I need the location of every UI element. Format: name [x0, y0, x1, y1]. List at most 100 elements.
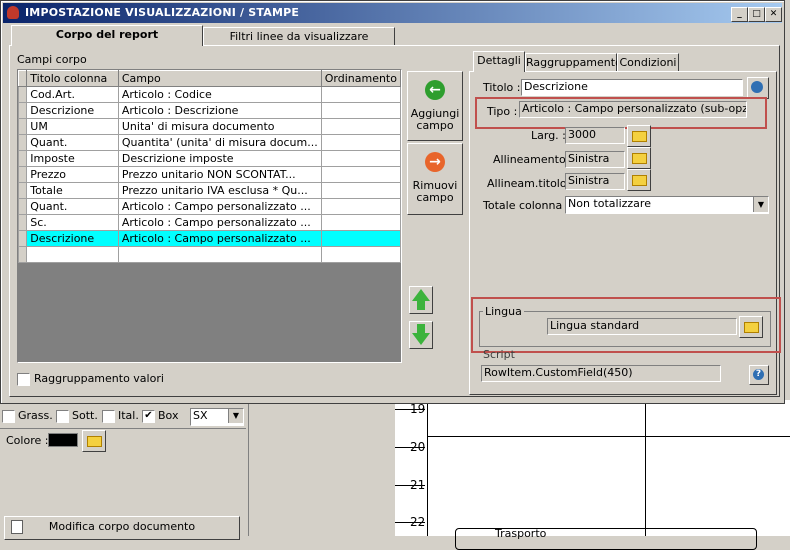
box-label: Box — [158, 409, 179, 422]
cell-titolo[interactable]: Imposte — [26, 150, 119, 167]
allineamento-label: Allineamento : — [493, 153, 573, 166]
cell-campo[interactable]: Articolo : Codice — [117, 86, 322, 103]
cell-campo[interactable]: Unita' di misura documento — [117, 118, 322, 135]
cell-ordinamento[interactable] — [320, 134, 401, 151]
cell-ordinamento[interactable] — [320, 214, 401, 231]
help-button[interactable]: ? — [749, 365, 769, 385]
tipo-value: Articolo : Campo personalizzato (sub-opz… — [519, 101, 747, 118]
align-select[interactable]: SX ▼ — [190, 408, 244, 426]
cell-titolo[interactable]: Totale — [26, 182, 119, 199]
cell-titolo[interactable]: Quant. — [26, 198, 119, 215]
folder-icon — [632, 153, 647, 164]
allineamento-folder-button[interactable] — [627, 147, 651, 169]
raggruppamento-checkbox[interactable] — [17, 373, 30, 386]
table-row[interactable]: Quant. Quantita' (unita' di misura docum.… — [18, 134, 401, 151]
script-label: Script — [483, 348, 515, 361]
tipo-label: Tipo : — [487, 105, 518, 118]
document-edit-icon — [11, 520, 23, 534]
cell-titolo[interactable]: UM — [26, 118, 119, 135]
cell-campo[interactable]: Articolo : Campo personalizzato ... — [117, 230, 322, 247]
cell-titolo[interactable]: Quant. — [26, 134, 119, 151]
cell-campo[interactable]: Prezzo unitario IVA esclusa * Qu... — [117, 182, 322, 199]
cell-ordinamento[interactable] — [320, 150, 401, 167]
tab-filtri-linee[interactable]: Filtri linee da visualizzare — [203, 27, 395, 46]
move-up-button[interactable] — [409, 286, 433, 314]
dialog-window: IMPOSTAZIONE VISUALIZZAZIONI / STAMPE _ … — [0, 0, 785, 404]
grass-label: Grass. — [18, 409, 53, 422]
tab-label: Filtri linee da visualizzare — [229, 30, 369, 43]
move-down-button[interactable] — [409, 321, 433, 349]
color-swatch[interactable] — [48, 433, 78, 447]
larg-folder-button[interactable] — [627, 125, 651, 147]
background-left-panel: Grass. Sott. Ital. ✔ Box SX ▼ Colore : Mo… — [0, 400, 248, 540]
table-row[interactable]: Totale Prezzo unitario IVA esclusa * Qu..… — [18, 182, 401, 199]
arrow-right-icon: → — [425, 152, 445, 172]
minimize-button[interactable]: _ — [731, 7, 748, 22]
title-bar[interactable]: IMPOSTAZIONE VISUALIZZAZIONI / STAMPE _ … — [3, 3, 782, 23]
tab-dettagli[interactable]: Dettagli — [473, 51, 525, 72]
tab-label: Condizioni — [619, 56, 677, 69]
table-row-empty[interactable] — [18, 246, 401, 263]
table-row[interactable]: UM Unita' di misura documento — [18, 118, 401, 135]
cell-ordinamento[interactable] — [320, 182, 401, 199]
cell-ordinamento[interactable] — [320, 86, 401, 103]
arrow-left-icon: ← — [425, 80, 445, 100]
help-icon: ? — [753, 369, 764, 380]
column-header-titolo[interactable]: Titolo colonna — [26, 70, 119, 87]
tab-corpo-del-report[interactable]: Corpo del report — [11, 25, 203, 46]
tab-label: Raggruppamento — [526, 56, 622, 69]
cell-ordinamento[interactable] — [320, 118, 401, 135]
cell-titolo[interactable]: Descrizione — [26, 230, 119, 247]
cell-ordinamento[interactable] — [320, 198, 401, 215]
table-row[interactable]: Cod.Art. Articolo : Codice — [18, 86, 401, 103]
sott-checkbox[interactable] — [56, 410, 69, 423]
background-gray-area — [255, 400, 395, 536]
cell-ordinamento[interactable] — [320, 230, 401, 247]
ital-checkbox[interactable] — [102, 410, 115, 423]
titolo-input[interactable]: Descrizione — [521, 79, 743, 96]
cell-titolo[interactable]: Descrizione — [26, 102, 119, 119]
ruler-num: 21 — [410, 478, 426, 492]
cell-campo[interactable]: Quantita' (unita' di misura docum... — [117, 134, 322, 151]
globe-translate-button[interactable] — [747, 77, 769, 99]
table-row[interactable]: Quant. Articolo : Campo personalizzato ..… — [18, 198, 401, 215]
add-field-button[interactable]: ← Aggiungi campo — [407, 71, 463, 141]
chevron-down-icon: ▼ — [228, 409, 243, 423]
arrow-down-icon — [412, 333, 430, 345]
totale-colonna-select[interactable]: Non totalizzare ▼ — [565, 196, 769, 214]
tab-raggruppamento[interactable]: Raggruppamento — [525, 53, 622, 72]
grass-checkbox[interactable] — [2, 410, 15, 423]
tab-condizioni[interactable]: Condizioni — [617, 53, 679, 72]
cell-campo[interactable]: Articolo : Campo personalizzato ... — [117, 198, 322, 215]
folder-icon[interactable] — [82, 430, 106, 452]
ruler-num: 20 — [410, 440, 426, 454]
table-row-selected[interactable]: Descrizione Articolo : Campo personalizza… — [18, 230, 401, 247]
cell-campo[interactable]: Articolo : Descrizione — [117, 102, 322, 119]
ruler-num: 19 — [410, 402, 426, 416]
lingua-folder-button[interactable] — [739, 316, 763, 338]
modifica-corpo-button[interactable]: Modifica corpo documento — [4, 516, 240, 540]
cell-campo[interactable]: Articolo : Campo personalizzato ... — [117, 214, 322, 231]
table-row[interactable]: Descrizione Articolo : Descrizione — [18, 102, 401, 119]
cell-titolo[interactable]: Prezzo — [26, 166, 119, 183]
tab-label: Corpo del report — [55, 28, 159, 41]
table-row[interactable]: Prezzo Prezzo unitario NON SCONTAT... — [18, 166, 401, 183]
cell-campo[interactable]: Descrizione imposte — [117, 150, 322, 167]
cell-ordinamento[interactable] — [320, 102, 401, 119]
box-checkbox[interactable]: ✔ — [142, 410, 155, 423]
fields-grid[interactable]: Titolo colonna Campo Ordinamento Cod.Art… — [17, 69, 402, 363]
column-header-campo[interactable]: Campo — [117, 70, 322, 87]
remove-field-button[interactable]: → Rimuovi campo — [407, 143, 463, 215]
table-row[interactable]: Imposte Descrizione imposte — [18, 150, 401, 167]
column-header-ordinamento[interactable]: Ordinamento — [320, 70, 401, 87]
table-row[interactable]: Sc. Articolo : Campo personalizzato ... — [18, 214, 401, 231]
titolo-label: Titolo : — [483, 81, 521, 94]
close-button[interactable]: ✕ — [765, 7, 782, 22]
cell-titolo[interactable]: Cod.Art. — [26, 86, 119, 103]
cell-campo[interactable]: Prezzo unitario NON SCONTAT... — [117, 166, 322, 183]
cell-titolo[interactable]: Sc. — [26, 214, 119, 231]
colore-label: Colore : — [6, 434, 49, 447]
cell-ordinamento[interactable] — [320, 166, 401, 183]
allineam-titolo-folder-button[interactable] — [627, 169, 651, 191]
maximize-button[interactable]: □ — [748, 7, 765, 22]
